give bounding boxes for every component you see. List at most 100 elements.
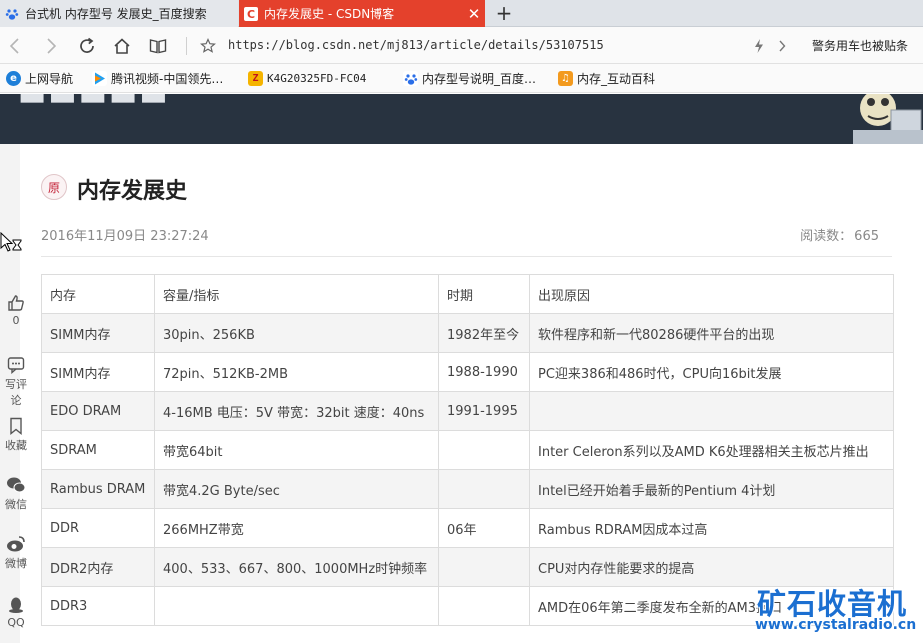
reload-icon[interactable] [76, 35, 98, 57]
qq-label: QQ [7, 616, 25, 629]
table-cell: Rambus RDRAM因成本过高 [529, 508, 894, 548]
weibo-share-button[interactable]: 微博 [0, 535, 32, 571]
wechat-share-button[interactable]: 微信 [0, 476, 32, 512]
favorite-star-icon[interactable] [197, 35, 219, 57]
toolbar-divider [186, 37, 187, 55]
site-watermark: 矿石收音机 www.crystalradio.cn [755, 581, 923, 637]
table-cell [154, 586, 439, 626]
table-cell: Intel已经开始着手最新的Pentium 4计划 [529, 469, 894, 509]
table-cell: 06年 [438, 508, 530, 548]
bookmark-label: 上网导航 [25, 72, 74, 86]
table-row: Rambus DRAM 带宽4.2G Byte/sec Intel已经开始着手最新的… [41, 469, 894, 509]
original-badge: 原 [41, 174, 67, 200]
hudong-icon: ♫ [558, 71, 573, 86]
svg-text:C: C [247, 8, 255, 21]
view-count-value: 665 [854, 229, 879, 244]
divider [41, 256, 892, 257]
watermark-url: www.crystalradio.cn [755, 617, 917, 633]
tab-title: 台式机 内存型号 发展史_百度搜索 [25, 7, 207, 21]
table-cell: Inter Celeron系列以及AMD K6处理器相关主板芯片推出 [529, 430, 894, 470]
favorite-button[interactable]: 收藏 [0, 417, 32, 453]
chevron-right-icon[interactable] [771, 35, 793, 57]
lightning-icon[interactable] [748, 35, 770, 57]
baidu-paw-icon [403, 71, 418, 86]
reading-mode-icon[interactable] [147, 35, 169, 57]
back-icon[interactable] [4, 35, 26, 57]
table-cell: PC迎来386和486时代，CPU向16bit发展 [529, 352, 894, 392]
table-cell: DDR [41, 508, 155, 548]
comment-button[interactable]: 写评论 [0, 356, 32, 408]
table-cell: DDR3 [41, 586, 155, 626]
bookmark-icon [10, 417, 22, 435]
favorite-label: 收藏 [5, 439, 27, 452]
like-button[interactable]: 0 [0, 294, 32, 327]
table-cell: 4-16MB 电压：5V 带宽：32bit 速度：40ns [154, 391, 439, 431]
table-cell: 带宽64bit [154, 430, 439, 470]
bookmark-label: 内存型号说明_百度… [422, 72, 537, 86]
bookmark-label: K4G20325FD-FC04 [267, 72, 367, 85]
table-cell [529, 391, 894, 431]
bookmarks-bar: e 上网导航 腾讯视频-中国领先… Z K4G20325FD-FC04 内存型号… [0, 64, 923, 93]
view-count: 阅读数： 665 [798, 225, 879, 244]
table-row: SDRAM 带宽64bit Inter Celeron系列以及AMD K6处理器相关… [41, 430, 894, 470]
table-cell: 1982年至今 [438, 313, 530, 353]
table-row: EDO DRAM 4-16MB 电压：5V 带宽：32bit 速度：40ns 199… [41, 391, 894, 431]
weibo-icon [7, 536, 25, 552]
memory-history-table: 内存 容量/指标 时期 出现原因 SIMM内存 30pin、256KB 1982年至今 软件程… [41, 274, 894, 626]
new-tab-button[interactable]: + [493, 2, 515, 24]
close-tab-icon[interactable]: ✕ [463, 5, 485, 23]
bookmark-item[interactable]: 腾讯视频-中国领先… [92, 70, 223, 87]
table-header-cell: 内存 [41, 274, 155, 314]
wechat-icon [7, 477, 26, 493]
table-row: DDR 266MHZ带宽 06年 Rambus RDRAM因成本过高 [41, 508, 894, 548]
address-toolbar: https://blog.csdn.net/mj813/article/deta… [0, 27, 923, 64]
table-cell: 266MHZ带宽 [154, 508, 439, 548]
table-cell: 72pin、512KB-2MB [154, 352, 439, 392]
csdn-c-icon: C [244, 6, 258, 21]
thumbs-up-icon [8, 295, 24, 311]
tab-baidu-search[interactable]: 台式机 内存型号 发展史_百度搜索 [0, 0, 238, 27]
blog-banner-art: ▬▬▬▬▬ [18, 94, 170, 113]
table-cell: 1988-1990 [438, 352, 530, 392]
forward-icon[interactable] [40, 35, 62, 57]
table-cell: DDR2内存 [41, 547, 155, 587]
tab-title: 内存发展史 - CSDN博客 [264, 7, 395, 21]
banner-illustration [853, 94, 923, 144]
bookmark-item[interactable]: ♫ 内存_互动百科 [558, 70, 655, 87]
busy-cursor-icon [0, 232, 22, 252]
page-viewport: ▬▬▬▬▬ 原 内存发展史 2016年11月09日 23:27:24 阅读数： 6… [0, 94, 923, 643]
table-cell: 软件程序和新一代80286硬件平台的出现 [529, 313, 894, 353]
like-count: 0 [12, 314, 20, 327]
weibo-label: 微博 [5, 557, 27, 570]
news-ticker[interactable]: 警务用车也被贴条 [812, 37, 908, 54]
bookmark-item[interactable]: 内存型号说明_百度… [403, 70, 536, 87]
table-cell: 1991-1995 [438, 391, 530, 431]
table-cell: Rambus DRAM [41, 469, 155, 509]
bookmark-item[interactable]: e 上网导航 [6, 70, 73, 87]
qq-icon [9, 597, 23, 613]
table-cell: EDO DRAM [41, 391, 155, 431]
table-header-cell: 时期 [438, 274, 530, 314]
zol-icon: Z [248, 71, 263, 86]
qq-share-button[interactable]: QQ [0, 596, 32, 629]
table-row: SIMM内存 72pin、512KB-2MB 1988-1990 PC迎来386和48… [41, 352, 894, 392]
tencent-video-icon [92, 71, 107, 86]
tab-bar: 台式机 内存型号 发展史_百度搜索 C 内存发展史 - CSDN博客 ✕ + [0, 0, 923, 27]
table-row: SIMM内存 30pin、256KB 1982年至今 软件程序和新一代80286硬件平… [41, 313, 894, 353]
view-count-label: 阅读数： [800, 229, 853, 244]
bookmark-item[interactable]: Z K4G20325FD-FC04 [248, 70, 366, 87]
article-card: 原 内存发展史 2016年11月09日 23:27:24 阅读数： 665 内存容… [20, 144, 923, 643]
url-field[interactable]: https://blog.csdn.net/mj813/article/deta… [228, 38, 604, 52]
table-cell [438, 586, 530, 626]
table-header-cell: 容量/指标 [154, 274, 439, 314]
table-cell: 30pin、256KB [154, 313, 439, 353]
ie-e-icon: e [6, 71, 21, 86]
comment-icon [7, 357, 25, 374]
home-icon[interactable] [111, 35, 133, 57]
tab-csdn-article[interactable]: C 内存发展史 - CSDN博客 ✕ [239, 0, 485, 27]
article-title: 内存发展史 [77, 179, 188, 204]
table-cell [438, 430, 530, 470]
article-date: 2016年11月09日 23:27:24 [41, 229, 209, 244]
table-header-cell: 出现原因 [529, 274, 894, 314]
baidu-paw-icon [5, 7, 19, 21]
